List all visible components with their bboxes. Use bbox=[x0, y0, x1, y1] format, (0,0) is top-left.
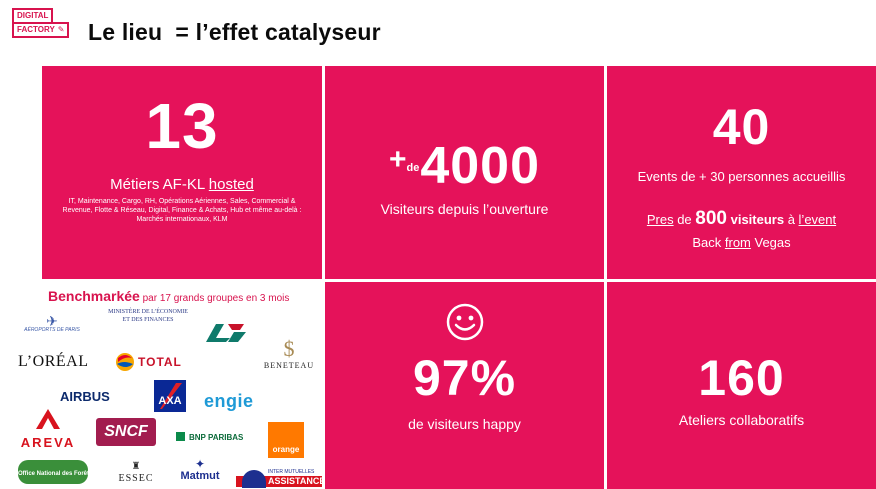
matmut-logo: ✦ Matmut bbox=[170, 458, 230, 482]
events-label: Events de + 30 personnes accueillis bbox=[637, 169, 846, 184]
page-title: Le lieu = l’effet catalyseur bbox=[88, 19, 381, 45]
benchmark-title: Benchmarkée par 17 grands groupes en 3 m… bbox=[48, 288, 289, 304]
tile-metiers: 13 Métiers AF-KL hosted IT, Maintenance,… bbox=[42, 66, 322, 279]
tile-happy: 97% de visiteurs happy bbox=[325, 282, 604, 489]
events-a: à bbox=[784, 212, 799, 227]
essec-logo: ♜ ESSEC bbox=[116, 462, 156, 484]
events-800: 800 bbox=[695, 208, 727, 229]
areva-text: AREVA bbox=[20, 435, 76, 450]
credit-agricole-logo bbox=[204, 320, 248, 346]
visiteurs-label: Visiteurs depuis l’ouverture bbox=[380, 201, 549, 217]
areva-mark-icon bbox=[36, 409, 60, 429]
bnp-mark-icon bbox=[176, 432, 185, 441]
events-from: from bbox=[724, 235, 751, 250]
total-text: TOTAL bbox=[138, 355, 182, 369]
pencil-icon: ✎ bbox=[57, 25, 65, 34]
events-number: 40 bbox=[712, 99, 771, 155]
tile-events: 40 Events de + 30 personnes accueillis P… bbox=[607, 66, 876, 279]
sncf-logo: SNCF bbox=[96, 418, 156, 446]
ateliers-number: 160 bbox=[698, 350, 785, 406]
orange-logo: orange bbox=[268, 422, 304, 458]
areva-logo: AREVA bbox=[18, 408, 78, 449]
ima-logo: INTER MUTUELLES ASSISTANCE bbox=[236, 470, 325, 488]
metiers-label-main: Métiers AF-KL bbox=[110, 176, 209, 193]
credit-agricole-icon bbox=[206, 324, 246, 342]
adp-logo: ✈ AÉROPORTS DE PARIS bbox=[22, 314, 82, 333]
metiers-number: 13 bbox=[145, 90, 219, 162]
benchmark-subtitle: par 17 grands groupes en 3 mois bbox=[139, 293, 290, 304]
beneteau-logo: $ BENETEAU bbox=[260, 338, 318, 370]
beneteau-text: BENETEAU bbox=[263, 361, 315, 370]
happy-label: de visiteurs happy bbox=[408, 416, 521, 432]
engie-logo: engie bbox=[204, 391, 254, 411]
essec-text: ESSEC bbox=[118, 473, 154, 484]
events-back: Back bbox=[692, 235, 725, 250]
logo-line-digital: DIGITAL bbox=[12, 8, 54, 22]
adp-mark-icon: ✈ bbox=[46, 313, 58, 329]
adp-text: AÉROPORTS DE PARIS bbox=[24, 327, 80, 333]
smiley-icon bbox=[446, 303, 484, 341]
events-pres: Pres bbox=[646, 212, 674, 227]
events-vegas: Vegas bbox=[750, 235, 791, 250]
total-sphere-icon bbox=[116, 353, 134, 371]
logo-line-factory: FACTORY ✎ bbox=[12, 22, 70, 38]
events-back-from-vegas: Back from Vegas bbox=[607, 235, 876, 250]
ministere-logo: MINISTÈRE DE L’ÉCONOMIE ET DES FINANCES bbox=[98, 308, 198, 324]
tile-visiteurs: +de4000 Visiteurs depuis l’ouverture bbox=[325, 66, 604, 279]
ateliers-label: Ateliers collaboratifs bbox=[678, 412, 805, 428]
metiers-detail: IT, Maintenance, Cargo, RH, Opérations A… bbox=[62, 198, 302, 223]
metiers-label: Métiers AF-KL hosted bbox=[42, 176, 322, 193]
happy-number: 97% bbox=[412, 350, 517, 406]
beneteau-mark-icon: $ bbox=[283, 336, 295, 361]
benchmark-title-main: Benchmarkée bbox=[48, 288, 140, 304]
ministere-line1: MINISTÈRE DE L’ÉCONOMIE bbox=[108, 309, 188, 315]
axa-icon: AXA bbox=[154, 380, 186, 412]
events-visiteurs: visiteurs bbox=[726, 212, 785, 227]
bnp-text: BNP PARIBAS bbox=[189, 433, 244, 442]
axa-logo: AXA bbox=[154, 380, 186, 412]
essec-crest-icon: ♜ bbox=[131, 461, 141, 472]
ima-mark-icon bbox=[242, 470, 266, 488]
visiteurs-figure: +de4000 bbox=[325, 136, 604, 196]
visiteurs-number: 4000 bbox=[420, 137, 541, 195]
metiers-label-hosted: hosted bbox=[208, 176, 254, 193]
digital-factory-logo: DIGITAL FACTORY ✎ bbox=[12, 8, 70, 44]
events-vegas-line: Pres de 800 visiteurs à l’event bbox=[607, 208, 876, 230]
axa-text: AXA bbox=[158, 395, 181, 407]
benchmark-panel: Benchmarkée par 17 grands groupes en 3 m… bbox=[12, 282, 325, 489]
visiteurs-plus: + bbox=[388, 143, 407, 176]
matmut-mark-icon: ✦ bbox=[194, 457, 206, 471]
events-event: l’event bbox=[798, 212, 837, 227]
tile-ateliers: 160 Ateliers collaboratifs bbox=[607, 282, 876, 489]
ministere-line2: ET DES FINANCES bbox=[122, 317, 174, 323]
onf-logo: Office National des Forêts bbox=[18, 460, 92, 484]
logo-factory-text: FACTORY bbox=[17, 25, 55, 34]
matmut-text: Matmut bbox=[180, 470, 220, 482]
airbus-logo: AIRBUS bbox=[60, 389, 110, 404]
bnp-paribas-logo: BNP PARIBAS bbox=[176, 432, 243, 442]
loreal-logo: L’ORÉAL bbox=[18, 353, 89, 370]
visiteurs-de: de bbox=[406, 162, 420, 174]
events-de: de bbox=[673, 212, 696, 227]
